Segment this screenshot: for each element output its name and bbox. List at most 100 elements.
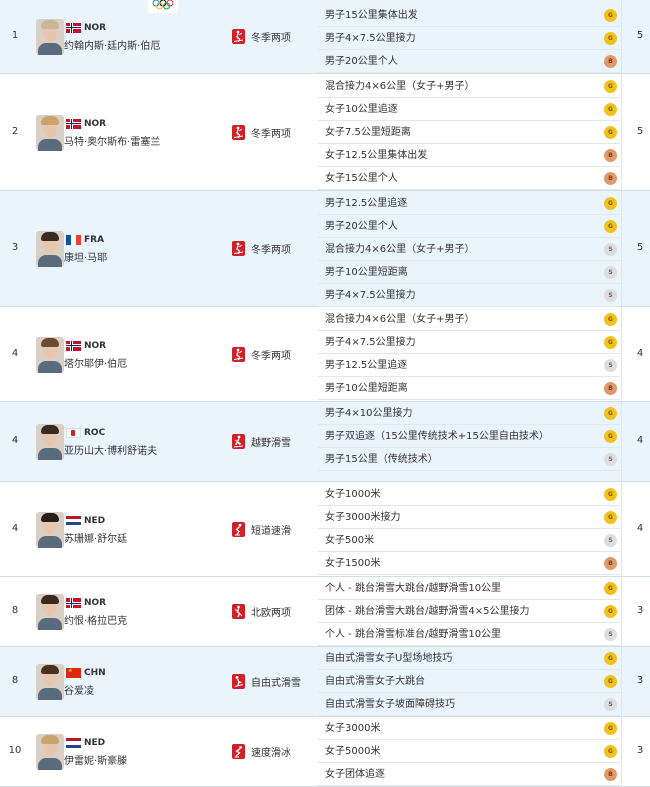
medal-badge: G [604, 652, 617, 665]
event-name: 团体 - 跳台滑雪大跳台/越野滑雪4×5公里接力 [325, 606, 530, 617]
sport-name: 冬季两项 [251, 245, 291, 256]
medal-badge: S [604, 359, 617, 372]
event-name: 女子3000米接力 [325, 512, 401, 523]
medal-badge: B [604, 172, 617, 185]
rank-cell: 2 [11, 125, 19, 137]
sport-name: 冬季两项 [251, 350, 291, 362]
event-name: 男子4×7.5公里接力 [325, 33, 416, 44]
event-item: 男子双追逐（15公里传统技术+15公里自由技术） G [318, 425, 620, 448]
event-name: 女子15公里个人 [325, 173, 398, 184]
event-name: 男子15公里集体出发 [325, 10, 418, 21]
event-name: 男子10公里短距离 [325, 267, 408, 278]
column-divider [621, 647, 622, 717]
country-flag-icon [66, 598, 81, 608]
event-name: 男子4×7.5公里接力 [325, 337, 416, 348]
sport-cell: 越野滑雪 [232, 434, 291, 449]
country-code: NOR [84, 598, 107, 608]
rank-cell: 10 [8, 745, 22, 756]
athlete-name[interactable]: 马特·奥尔斯布·雷塞兰 [64, 133, 160, 148]
event-name: 女子12.5公里集体出发 [325, 150, 428, 161]
event-name: 个人 - 跳台滑雪大跳台/越野滑雪10公里 [325, 583, 502, 594]
medal-badge: G [604, 582, 617, 595]
medal-badge: S [604, 266, 617, 279]
athlete-name[interactable]: 塔尔耶伊·伯厄 [64, 355, 127, 370]
event-item: 男子20公里个人 B [318, 50, 620, 73]
event-item: 自由式滑雪女子U型场地技巧 G [318, 647, 620, 670]
event-item: 男子20公里个人 G [318, 215, 620, 238]
country-flag-icon [66, 340, 81, 351]
total-medals: 3 [636, 745, 644, 756]
biathlon-icon [232, 241, 245, 256]
athlete-name[interactable]: 伊雷妮·斯豪滕 [64, 752, 127, 767]
athlete-row[interactable]: 1 NOR 约翰内斯·廷内斯·伯厄 冬季两项 男子15公里集体出发 G 男子4×7.5公里接… [0, 0, 650, 74]
country-code: ROC [84, 428, 106, 438]
event-item: 女子5000米 G [318, 740, 620, 763]
total-medals: 4 [636, 522, 644, 534]
country-code: CHN [84, 668, 106, 678]
total-medals: 5 [636, 125, 644, 137]
athlete-name[interactable]: 苏珊娜·舒尔廷 [64, 530, 127, 545]
medal-badge: G [604, 511, 617, 524]
event-item: 女子3000米 G [318, 717, 620, 740]
event-item: 男子12.5公里追逐 G [318, 192, 620, 215]
event-name: 女子1500米 [325, 558, 381, 569]
event-item: 女子10公里追逐 G [318, 98, 620, 121]
event-item: 女子1500米 B [318, 552, 620, 575]
medal-badge: S [604, 243, 617, 256]
rank-cell: 4 [11, 347, 19, 359]
event-item: 个人 - 跳台滑雪大跳台/越野滑雪10公里 G [318, 577, 620, 600]
event-name: 男子4×7.5公里接力 [325, 290, 416, 301]
sport-cell: 冬季两项 [232, 346, 291, 362]
rank-cell: 4 [11, 522, 19, 534]
athlete-row[interactable]: 3 FRA 康坦·马耶 冬季两项 男子12.5公里追逐 G 男子20公里个人 G 混合接力4×6… [0, 191, 650, 307]
column-divider [621, 402, 622, 482]
athlete-row[interactable]: 8 NOR 约恨·格拉巴克 北欧两项 个人 - 跳台滑雪大跳台/越野滑雪10公里 G 团体 … [0, 577, 650, 647]
sport-cell: 冬季两项 [232, 124, 291, 140]
event-name: 女子5000米 [325, 746, 381, 757]
athlete-row[interactable]: 4 NOR 塔尔耶伊·伯厄 冬季两项 混合接力4×6公里（女子+男子） G 男子4×7.5公… [0, 307, 650, 402]
event-name: 男子10公里短距离 [325, 383, 408, 394]
athlete-name[interactable]: 亚历山大·博利舒诺夫 [64, 442, 157, 457]
event-item: 男子4×7.5公里接力 G [318, 27, 620, 50]
biathlon-icon [232, 28, 245, 44]
athlete-row[interactable]: 10 NED 伊雷妮·斯豪滕 速度滑冰 女子3000米 G 女子5000米 G 女子团体追逐 B 3 [0, 717, 650, 787]
athlete-name[interactable]: 康坦·马耶 [64, 249, 107, 264]
column-divider [621, 307, 622, 402]
event-item: 女子1000米 G [318, 483, 620, 506]
column-divider [621, 482, 622, 577]
athlete-name[interactable]: 谷爱凌 [64, 682, 94, 697]
country-code: NOR [84, 118, 107, 129]
rank-cell: 1 [11, 29, 19, 41]
biathlon-icon [232, 124, 245, 140]
athlete-row[interactable]: 4 ROC 亚历山大·博利舒诺夫 越野滑雪 男子4×10公里接力 G 男子双追逐（15公里传… [0, 402, 650, 482]
athlete-row[interactable]: 8 ★ CHN 谷爱凌 自由式滑雪 自由式滑雪女子U型场地技巧 G 自由式滑雪女子大跳台 G 自由… [0, 647, 650, 717]
medal-badge: G [604, 745, 617, 758]
event-item: 团体 - 跳台滑雪大跳台/越野滑雪4×5公里接力 G [318, 600, 620, 623]
medal-badge: S [604, 534, 617, 547]
medal-badge: B [604, 382, 617, 395]
rank-cell: 3 [11, 242, 19, 253]
athlete-photo [36, 664, 64, 700]
event-item: 男子10公里短距离 S [318, 261, 620, 284]
total-medals: 5 [636, 29, 644, 41]
event-name: 男子双追逐（15公里传统技术+15公里自由技术） [325, 431, 549, 442]
nordic-combined-icon [232, 604, 245, 619]
freestyle-skiing-icon [232, 674, 245, 689]
event-name: 女子500米 [325, 535, 375, 546]
sport-cell: 速度滑冰 [232, 744, 291, 759]
event-item: 男子4×7.5公里接力 G [318, 331, 620, 354]
country-flag-icon [66, 515, 81, 526]
event-item: 混合接力4×6公里（女子+男子） S [318, 238, 620, 261]
event-name: 混合接力4×6公里（女子+男子） [325, 81, 475, 92]
country-cell: ROC [66, 428, 105, 438]
total-medals: 4 [636, 347, 644, 359]
medal-badge: B [604, 768, 617, 781]
athlete-row[interactable]: 2 NOR 马特·奥尔斯布·雷塞兰 冬季两项 混合接力4×6公里（女子+男子） G 女子10… [0, 74, 650, 191]
athlete-name[interactable]: 约恨·格拉巴克 [64, 612, 127, 627]
athlete-photo [36, 594, 64, 630]
sport-name: 自由式滑雪 [251, 678, 301, 689]
athlete-photo [36, 336, 64, 373]
sport-cell: 冬季两项 [232, 28, 291, 44]
athlete-row[interactable]: 4 NED 苏珊娜·舒尔廷 短道速滑 女子1000米 G 女子3000米接力 G 女子500米 S… [0, 482, 650, 577]
athlete-name[interactable]: 约翰内斯·廷内斯·伯厄 [64, 37, 160, 52]
